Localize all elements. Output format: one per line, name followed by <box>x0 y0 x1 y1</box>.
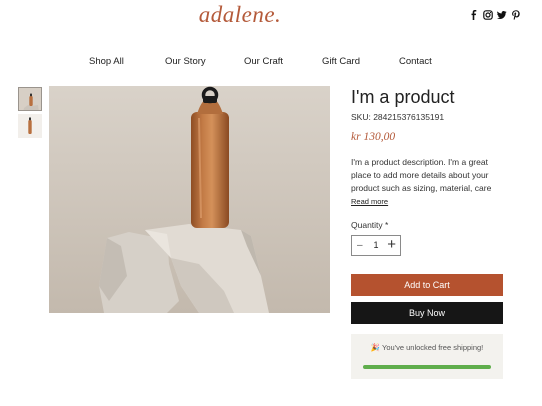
facebook-icon[interactable] <box>469 10 479 20</box>
increment-button[interactable]: + <box>387 237 396 253</box>
add-to-cart-button[interactable]: Add to Cart <box>351 274 503 296</box>
instagram-icon[interactable] <box>483 10 493 20</box>
product-price: kr 130,00 <box>351 131 396 143</box>
nav-item-gift-card[interactable]: Gift Card <box>322 56 360 67</box>
product-description: I'm a product description. I'm a great p… <box>351 157 492 193</box>
nav-item-shop-all[interactable]: Shop All <box>89 56 124 67</box>
nav-item-our-craft[interactable]: Our Craft <box>244 56 283 67</box>
twitter-icon[interactable] <box>497 10 507 20</box>
buy-now-button[interactable]: Buy Now <box>351 302 503 324</box>
nav-item-contact[interactable]: Contact <box>399 56 432 67</box>
free-shipping-banner: 🎉 You've unlocked free shipping! <box>351 334 503 379</box>
quantity-stepper[interactable]: – 1 + <box>351 235 401 256</box>
site-logo[interactable]: adalene. <box>0 2 480 28</box>
product-thumbnail-2[interactable] <box>18 114 42 138</box>
main-nav: Shop All Our Story Our Craft Gift Card C… <box>0 56 542 70</box>
free-shipping-message: 🎉 You've unlocked free shipping! <box>370 343 484 352</box>
product-title: I'm a product <box>351 87 455 107</box>
quantity-label: Quantity * <box>351 220 389 230</box>
pinterest-icon[interactable] <box>511 10 521 20</box>
product-sku: SKU: 284215376135191 <box>351 112 445 122</box>
read-more-link[interactable]: Read more <box>351 197 388 206</box>
nav-item-our-story[interactable]: Our Story <box>165 56 206 67</box>
product-main-image[interactable] <box>49 86 330 313</box>
shipping-progress-bar <box>363 365 491 369</box>
product-thumbnail-1[interactable] <box>18 87 42 111</box>
social-links <box>469 10 521 20</box>
